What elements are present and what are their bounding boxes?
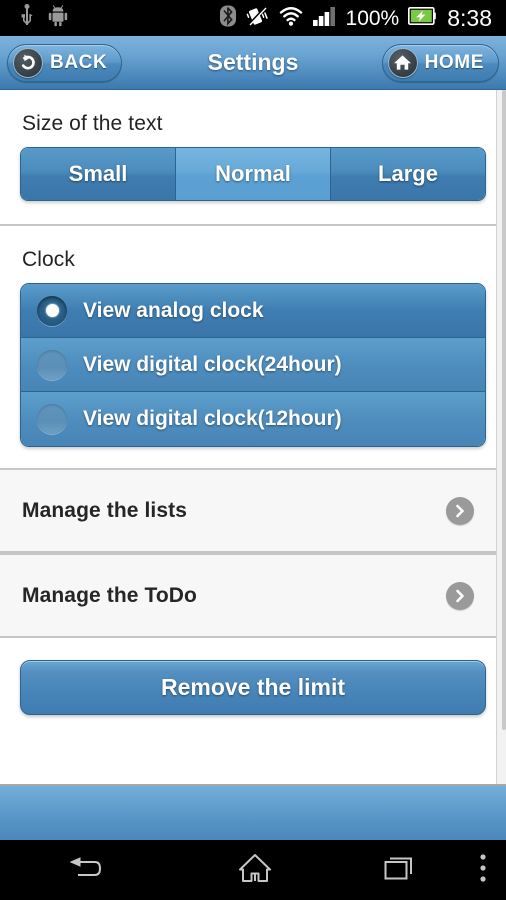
back-button[interactable]: BACK (7, 43, 123, 82)
back-arrow-icon (13, 47, 43, 78)
clock-option-digital-24[interactable]: View digital clock(24hour) (21, 338, 485, 392)
text-size-option-normal[interactable]: Normal (176, 148, 331, 200)
app-header: BACK Settings HOME (0, 36, 506, 90)
status-bar: 100% 8:38 (0, 0, 506, 36)
clock-option-digital-12-label: View digital clock(12hour) (83, 407, 342, 430)
nav-back-button[interactable] (0, 840, 170, 900)
scrollbar-track[interactable] (496, 90, 506, 784)
radio-unselected-icon (37, 404, 67, 434)
home-button-label: HOME (424, 51, 484, 73)
clock-section: Clock View analog clock View digital clo… (0, 226, 506, 468)
recents-icon (383, 854, 417, 887)
nav-recents-button[interactable] (340, 840, 460, 900)
app-screen: 100% 8:38 BACK Settings HOME Size of the… (0, 0, 506, 900)
home-button[interactable]: HOME (381, 43, 499, 82)
house-icon (387, 47, 418, 78)
android-robot-icon (48, 4, 68, 32)
radio-selected-icon (37, 295, 67, 326)
wifi-icon (278, 5, 304, 32)
text-size-section: Size of the text Small Normal Large (0, 90, 506, 226)
remove-limit-button[interactable]: Remove the limit (20, 660, 486, 715)
action-area: Remove the limit (0, 638, 496, 739)
clock-time: 8:38 (447, 4, 492, 31)
nav-overflow-menu-button[interactable] (460, 840, 506, 900)
manage-lists-row[interactable]: Manage the lists (0, 468, 496, 553)
status-bar-left-icons (8, 3, 68, 33)
clock-radio-group[interactable]: View analog clock View digital clock(24h… (20, 283, 486, 447)
back-icon (68, 854, 102, 887)
settings-content: Size of the text Small Normal Large Cloc… (0, 90, 506, 784)
manage-lists-label: Manage the lists (22, 498, 187, 522)
overflow-menu-icon (479, 853, 487, 888)
footer-bar (0, 784, 506, 840)
bluetooth-icon (219, 4, 236, 33)
scrollbar-thumb[interactable] (502, 90, 506, 730)
home-icon (238, 852, 272, 889)
battery-percent: 100% (345, 6, 400, 30)
chevron-right-icon (446, 581, 474, 610)
radio-unselected-icon (37, 349, 67, 380)
nav-home-button[interactable] (170, 840, 340, 900)
status-bar-right-icons: 100% 8:38 (219, 4, 498, 33)
text-size-label: Size of the text (22, 112, 163, 135)
clock-option-digital-24-label: View digital clock(24hour) (83, 352, 342, 376)
text-size-option-large[interactable]: Large (331, 148, 485, 200)
battery-charging-icon (408, 6, 437, 30)
android-nav-bar (0, 840, 506, 900)
chevron-right-icon (446, 496, 474, 525)
back-button-label: BACK (50, 51, 108, 73)
text-size-segmented-control[interactable]: Small Normal Large (20, 147, 486, 201)
vibrate-icon (245, 4, 269, 33)
text-size-option-small[interactable]: Small (21, 148, 176, 200)
manage-todo-label: Manage the ToDo (22, 583, 197, 607)
usb-icon (20, 3, 34, 33)
signal-icon (312, 6, 337, 31)
clock-option-analog-label: View analog clock (83, 298, 264, 322)
clock-option-analog[interactable]: View analog clock (21, 284, 485, 338)
clock-option-digital-12[interactable]: View digital clock(12hour) (21, 392, 485, 446)
clock-label: Clock (22, 248, 76, 271)
manage-todo-row[interactable]: Manage the ToDo (0, 553, 496, 638)
